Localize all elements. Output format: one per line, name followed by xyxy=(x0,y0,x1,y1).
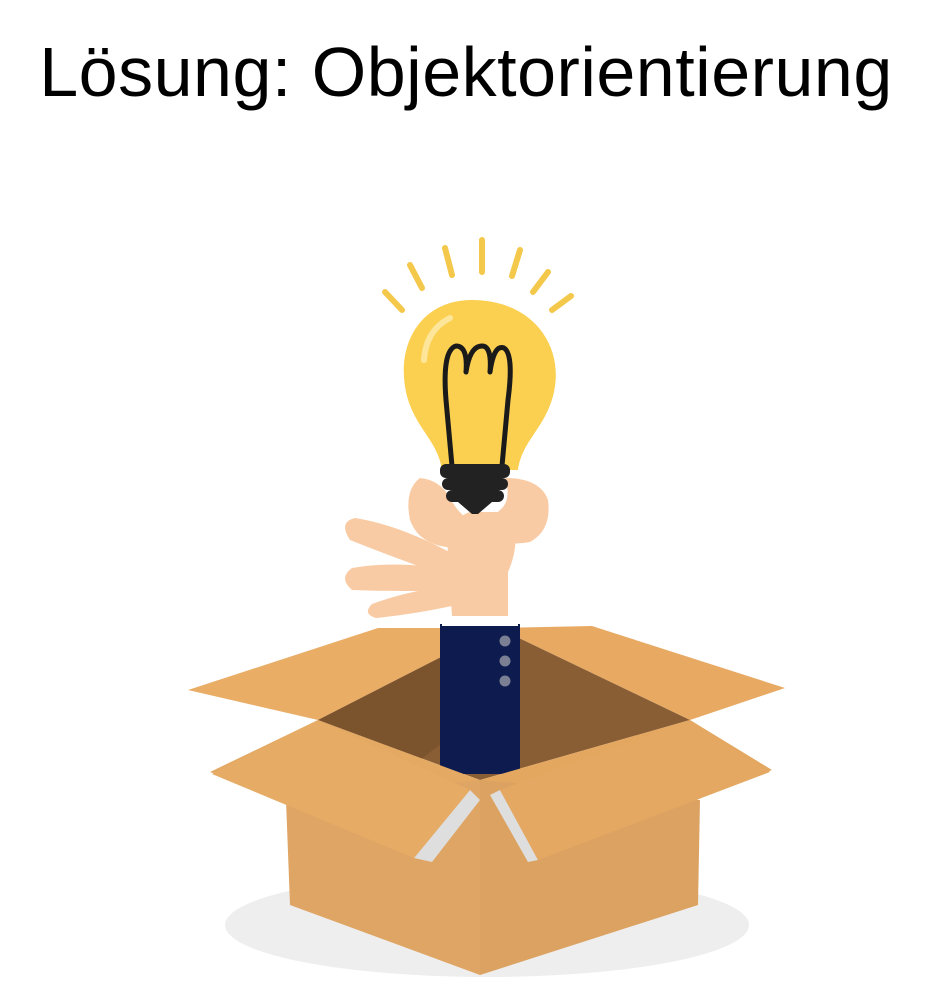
hand-finger xyxy=(345,564,452,591)
sleeve-button xyxy=(499,635,511,647)
bulb-rays xyxy=(382,237,574,313)
arm-sleeve xyxy=(440,624,520,774)
bulb-glass xyxy=(403,300,556,470)
idea-out-of-box-icon xyxy=(188,237,785,977)
sleeve-button xyxy=(499,655,511,667)
sleeve-button xyxy=(499,675,511,687)
slide: Lösung: Objektorientierung xyxy=(0,0,932,1002)
